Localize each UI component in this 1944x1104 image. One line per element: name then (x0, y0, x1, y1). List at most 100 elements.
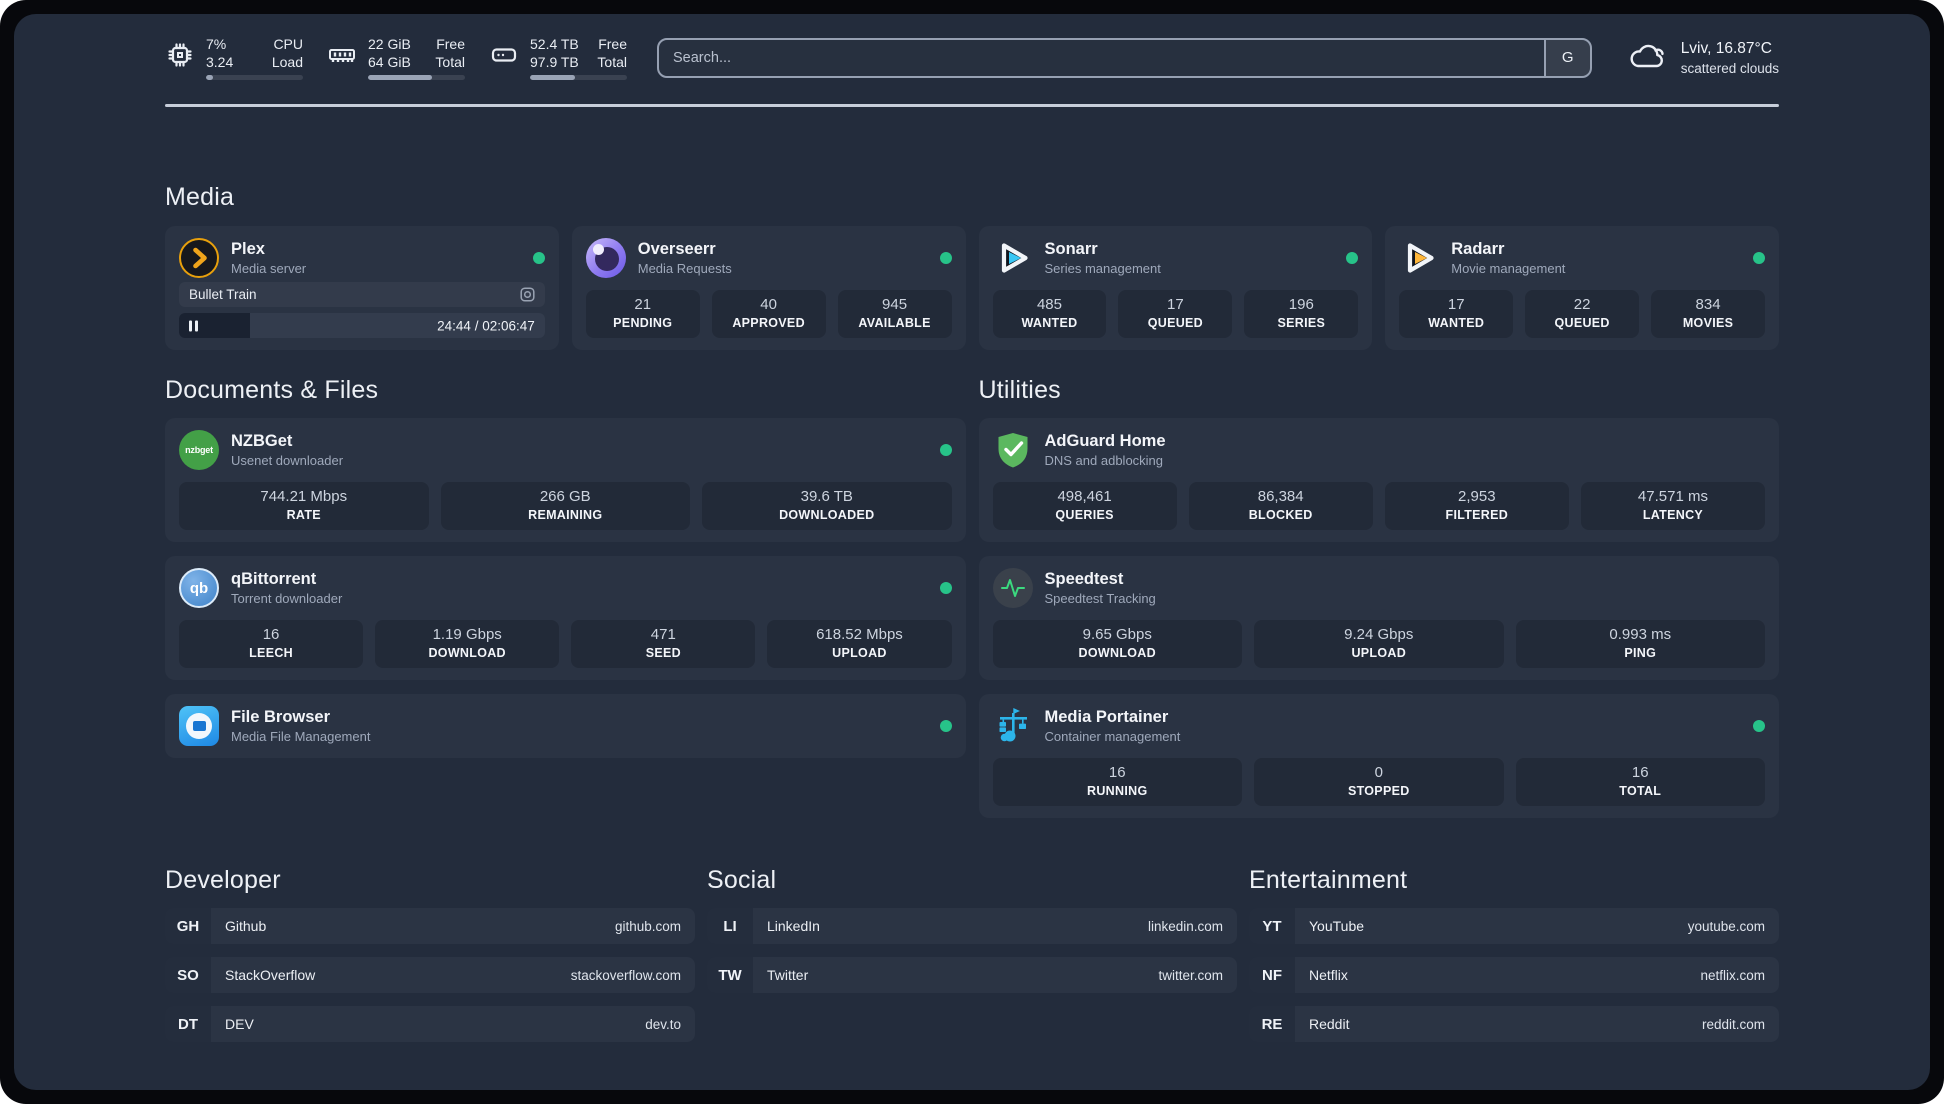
sonarr-icon (993, 238, 1033, 278)
stat-tile: 16 LEECH (179, 620, 364, 668)
bookmark-abbr: RE (1249, 1006, 1295, 1042)
bookmark-youtube[interactable]: YT YouTube youtube.com (1249, 908, 1779, 944)
portainer-card[interactable]: Media Portainer Container management 16 R… (978, 694, 1779, 818)
radarr-icon (1399, 238, 1439, 278)
app-subtitle: Torrent downloader (231, 591, 343, 606)
playback-time: 24:44 / 02:06:47 (437, 318, 535, 333)
bookmark-name: Reddit (1309, 1016, 1350, 1032)
section-title-documents: Documents & Files (165, 376, 379, 404)
stat-tile: 17 QUEUED (1118, 290, 1233, 338)
nzbget-card[interactable]: nzbget NZBGet Usenet downloader 744.21 M… (165, 418, 966, 542)
status-dot (1346, 252, 1359, 264)
now-playing-title: Bullet Train (189, 287, 257, 302)
radarr-card[interactable]: Radarr Movie management 17 WANTED 22 QUEUE… (1385, 226, 1779, 350)
cpu-usage-value: 7% (206, 36, 227, 52)
cpu-label: CPU (273, 36, 303, 52)
app-subtitle: Media server (231, 261, 307, 276)
bookmark-domain: dev.to (645, 1016, 681, 1032)
adguard-card[interactable]: AdGuard Home DNS and adblocking 498,461 Q… (978, 418, 1779, 542)
topbar: 7% CPU 3.24 Load 22 GiB Free 64 GiB Tota… (165, 35, 1779, 80)
cpu-icon (165, 40, 195, 75)
bookmark-abbr: NF (1249, 957, 1295, 993)
bookmark-name: LinkedIn (767, 918, 820, 934)
disk-icon (489, 40, 519, 75)
documents-column: Documents & Files nzbget NZBGet Usenet d… (165, 376, 966, 758)
disk-free-label: Free (598, 36, 627, 52)
status-dot (532, 252, 545, 264)
disk-stat: 52.4 TB Free 97.9 TB Total (489, 35, 627, 80)
qbittorrent-card[interactable]: qb qBittorrent Torrent downloader 16 LEEC… (165, 556, 966, 680)
bookmark-abbr: SO (165, 957, 211, 993)
stat-tile: 86,384 BLOCKED (1188, 482, 1373, 530)
sonarr-card[interactable]: Sonarr Series management 485 WANTED 17 QUE… (978, 226, 1373, 350)
plex-card[interactable]: Plex Media server Bullet Train 24:44 / 0… (165, 226, 559, 350)
bookmark-dev[interactable]: DT DEV dev.to (165, 1006, 695, 1042)
search-engine-button[interactable]: G (1543, 39, 1590, 76)
app-subtitle: Series management (1044, 261, 1161, 276)
bookmark-domain: github.com (614, 918, 681, 934)
status-dot (1753, 252, 1765, 264)
bookmark-domain: youtube.com (1687, 918, 1765, 934)
utilities-column: Utilities AdGuard Home DNS and adblockin… (978, 376, 1779, 818)
portainer-icon (993, 706, 1033, 746)
app-title: AdGuard Home (1044, 432, 1166, 450)
stat-tile: 9.65 Gbps DOWNLOAD (992, 620, 1242, 668)
weather-condition: scattered clouds (1680, 60, 1779, 76)
developer-bookmarks: Developer GH Github github.com SO StackO… (165, 866, 695, 1042)
bookmark-github[interactable]: GH Github github.com (165, 908, 695, 944)
status-dot (939, 720, 952, 732)
app-title: qBittorrent (231, 570, 317, 588)
memory-total-label: Total (435, 54, 465, 70)
bookmark-domain: reddit.com (1701, 1016, 1765, 1032)
app-title: Plex (231, 240, 265, 258)
plex-icon (179, 238, 219, 278)
bookmark-stackoverflow[interactable]: SO StackOverflow stackoverflow.com (165, 957, 695, 993)
bookmark-abbr: LI (707, 908, 753, 944)
filebrowser-card[interactable]: File Browser Media File Management (165, 694, 966, 758)
section-title-media: Media (165, 183, 235, 211)
speedtest-card[interactable]: Speedtest Speedtest Tracking 9.65 Gbps DO… (978, 556, 1779, 680)
adguard-icon (993, 430, 1033, 470)
weather-location-temp: Lviv, 16.87°C (1680, 39, 1772, 57)
cpu-load-value: 3.24 (206, 54, 234, 70)
cpu-load-label: Load (271, 54, 303, 70)
stat-tile: 471 SEED (571, 620, 756, 668)
stat-tile: 2,953 FILTERED (1384, 482, 1569, 530)
stat-tile: 9.24 Gbps UPLOAD (1254, 620, 1504, 668)
stat-tile: 39.6 TB DOWNLOADED (702, 482, 952, 530)
stat-tile: 834 MOVIES (1651, 290, 1766, 338)
stat-tile: 485 WANTED (992, 290, 1107, 338)
system-stats: 7% CPU 3.24 Load 22 GiB Free 64 GiB Tota… (165, 35, 627, 80)
app-title: Speedtest (1044, 570, 1124, 588)
bookmark-linkedin[interactable]: LI LinkedIn linkedin.com (707, 908, 1237, 944)
nzbget-icon: nzbget (179, 430, 219, 470)
bookmark-reddit[interactable]: RE Reddit reddit.com (1249, 1006, 1779, 1042)
app-subtitle: Media Requests (637, 261, 732, 276)
status-dot (939, 582, 952, 594)
disk-progress-bar (530, 75, 627, 80)
app-title: Sonarr (1044, 240, 1098, 258)
memory-free-label: Free (436, 36, 465, 52)
overseerr-card[interactable]: Overseerr Media Requests 21 PENDING 40 APP… (571, 226, 966, 350)
bookmark-domain: linkedin.com (1147, 918, 1223, 934)
filebrowser-icon (179, 706, 219, 746)
media-card-grid: Plex Media server Bullet Train 24:44 / 0… (165, 226, 1779, 350)
status-dot (1753, 720, 1765, 732)
app-title: File Browser (231, 708, 331, 726)
section-title-developer: Developer (165, 866, 281, 894)
stat-tile: 21 PENDING (585, 290, 700, 338)
speedtest-icon (992, 568, 1033, 608)
stat-tile: 16 TOTAL (1515, 758, 1765, 806)
app-title: NZBGet (231, 432, 293, 450)
app-title: Overseerr (637, 240, 716, 258)
bookmark-netflix[interactable]: NF Netflix netflix.com (1249, 957, 1779, 993)
app-title: Media Portainer (1044, 708, 1169, 726)
stat-tile: 744.21 Mbps RATE (179, 482, 429, 530)
app-subtitle: Container management (1044, 729, 1181, 744)
status-dot (939, 252, 952, 264)
bookmark-twitter[interactable]: TW Twitter twitter.com (707, 957, 1237, 993)
search-input[interactable] (659, 39, 1544, 76)
qbittorrent-icon: qb (179, 568, 219, 608)
bookmark-name: YouTube (1309, 918, 1365, 934)
stat-tile: 0 STOPPED (1254, 758, 1504, 806)
